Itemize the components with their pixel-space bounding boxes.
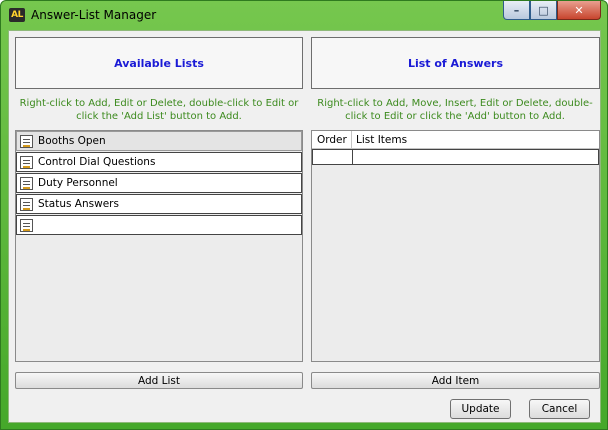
available-lists-box[interactable]: Booths Open Control Dial Questions Duty … (15, 130, 303, 362)
available-lists-header: Available Lists (15, 37, 303, 89)
list-icon (20, 218, 33, 232)
list-item[interactable]: Duty Personnel (16, 173, 302, 193)
minimize-button[interactable]: – (503, 1, 530, 20)
close-icon: ✕ (574, 3, 584, 17)
column-header-list-items[interactable]: List Items (352, 134, 407, 146)
list-item-label: Booths Open (38, 135, 106, 147)
list-icon (20, 197, 33, 211)
maximize-icon: □ (538, 3, 549, 17)
list-of-answers-header: List of Answers (311, 37, 600, 89)
table-row[interactable] (312, 149, 599, 165)
grid-header: Order List Items (312, 131, 599, 149)
app-icon: AL (9, 8, 25, 22)
order-cell[interactable] (313, 150, 353, 164)
list-item-label: Control Dial Questions (38, 156, 156, 168)
add-list-button[interactable]: Add List (15, 372, 303, 389)
caption-buttons: – □ ✕ (503, 1, 601, 21)
list-icon (20, 176, 33, 190)
list-item[interactable]: Booths Open (16, 131, 302, 151)
list-icon (20, 134, 33, 148)
list-item-label: Duty Personnel (38, 177, 118, 189)
answer-list-manager-window: AL Answer-List Manager – □ ✕ Available L… (0, 0, 608, 430)
list-item-label: Status Answers (38, 198, 119, 210)
column-header-order[interactable]: Order (312, 131, 352, 148)
client-area: Available Lists Right-click to Add, Edit… (8, 30, 601, 423)
add-item-button[interactable]: Add Item (311, 372, 600, 389)
list-item-new[interactable] (16, 215, 302, 235)
update-button[interactable]: Update (450, 399, 511, 419)
list-item[interactable]: Status Answers (16, 194, 302, 214)
list-of-answers-hint: Right-click to Add, Move, Insert, Edit o… (317, 98, 593, 122)
window-title: Answer-List Manager (31, 8, 157, 22)
maximize-button[interactable]: □ (530, 1, 557, 20)
title-bar[interactable]: AL Answer-List Manager – □ ✕ (1, 1, 607, 29)
list-icon (20, 155, 33, 169)
close-button[interactable]: ✕ (557, 1, 601, 20)
answers-grid[interactable]: Order List Items (311, 130, 600, 362)
available-lists-hint: Right-click to Add, Edit or Delete, doub… (19, 98, 299, 122)
minimize-icon: – (513, 3, 520, 17)
list-item[interactable]: Control Dial Questions (16, 152, 302, 172)
cancel-button[interactable]: Cancel (529, 399, 590, 419)
